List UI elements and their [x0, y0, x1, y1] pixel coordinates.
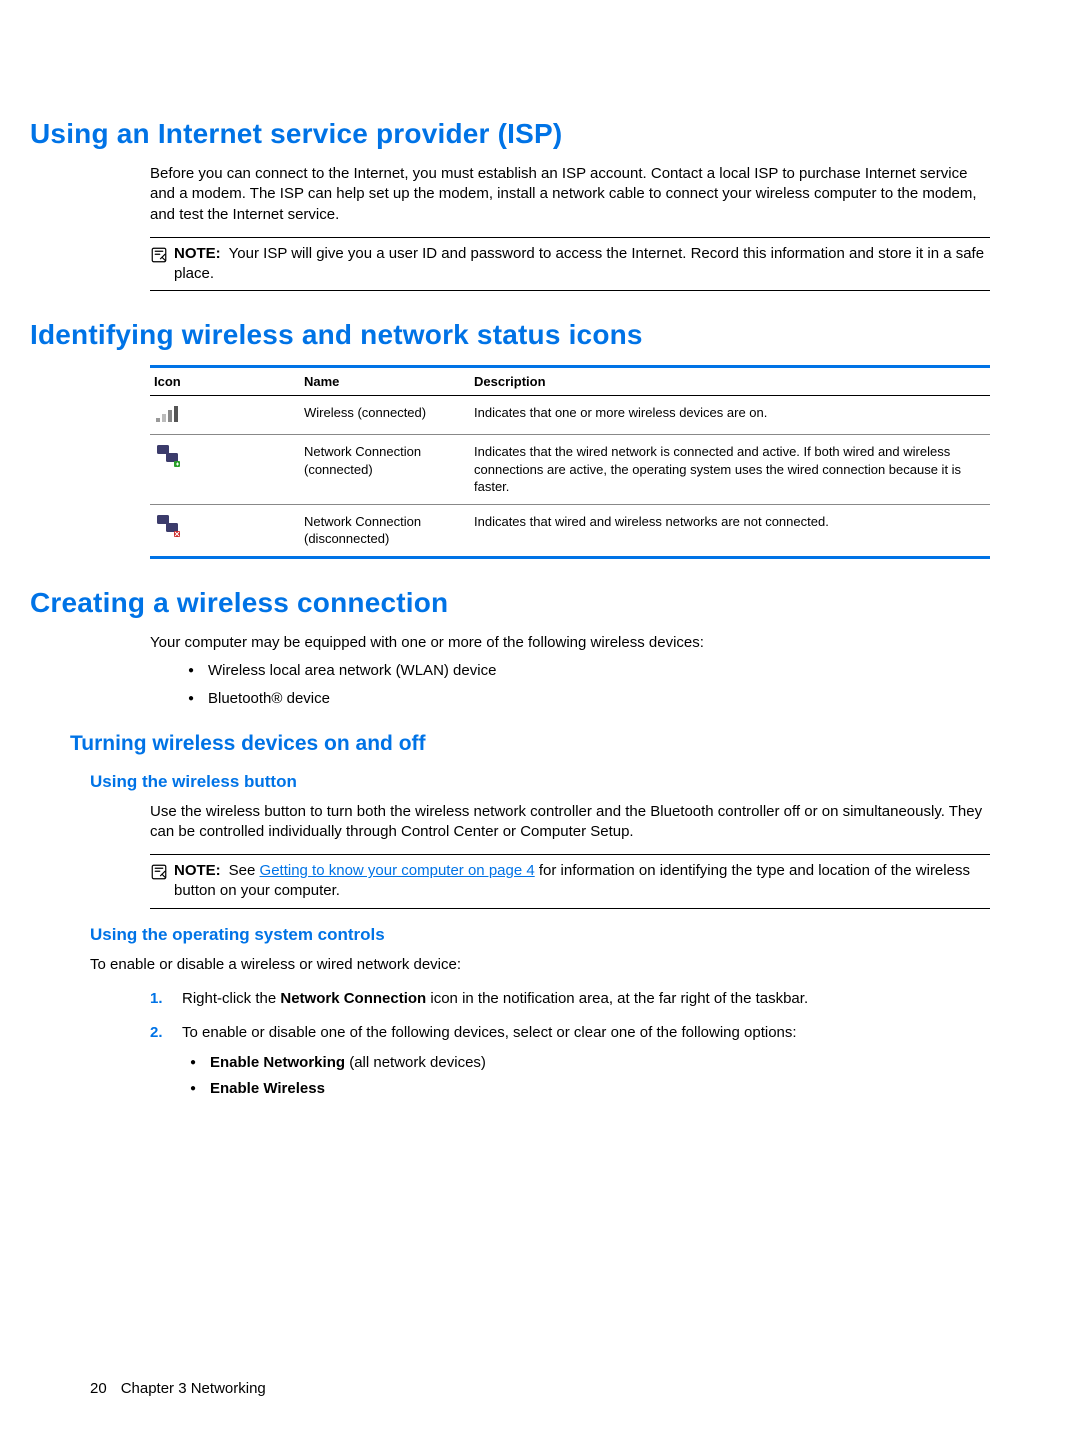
table-header-icon: Icon — [150, 367, 300, 396]
table-row: Wireless (connected) Indicates that one … — [150, 396, 990, 435]
steps-list: Right-click the Network Connection icon … — [150, 989, 990, 1099]
note-icon — [150, 246, 168, 269]
paragraph: To enable or disable a wireless or wired… — [90, 955, 990, 975]
note-text: NOTE:See Getting to know your computer o… — [174, 861, 990, 902]
network-disconnected-icon — [150, 504, 300, 557]
paragraph: Your computer may be equipped with one o… — [150, 633, 990, 653]
table-cell-desc: Indicates that one or more wireless devi… — [470, 396, 990, 435]
note-block: NOTE:See Getting to know your computer o… — [150, 854, 990, 909]
heading-os-controls: Using the operating system controls — [90, 925, 990, 945]
wireless-icon — [150, 396, 300, 435]
list-item: Enable Wireless — [182, 1079, 990, 1099]
cross-reference-link[interactable]: Getting to know your computer on page 4 — [260, 862, 535, 879]
note-icon — [150, 863, 168, 886]
device-list: Wireless local area network (WLAN) devic… — [180, 661, 990, 710]
document-page: Using an Internet service provider (ISP)… — [0, 0, 1080, 1437]
paragraph: Before you can connect to the Internet, … — [150, 164, 990, 225]
table-row: Network Connection (connected) Indicates… — [150, 435, 990, 505]
chapter-label: Chapter 3 Networking — [121, 1380, 266, 1397]
heading-turning-on-off: Turning wireless devices on and off — [70, 732, 990, 756]
page-number: 20 — [90, 1380, 107, 1397]
option-list: Enable Networking (all network devices) … — [182, 1053, 990, 1099]
heading-status-icons: Identifying wireless and network status … — [30, 319, 990, 351]
status-icons-table: Icon Name Description Wireless (connecte… — [150, 365, 990, 559]
step-item: Right-click the Network Connection icon … — [150, 989, 990, 1009]
table-cell-name: Network Connection (connected) — [300, 435, 470, 505]
list-item: Bluetooth® device — [180, 689, 990, 709]
list-item: Enable Networking (all network devices) — [182, 1053, 990, 1073]
list-item: Wireless local area network (WLAN) devic… — [180, 661, 990, 681]
table-row: Network Connection (disconnected) Indica… — [150, 504, 990, 557]
table-header-description: Description — [470, 367, 990, 396]
page-footer: 20 Chapter 3 Networking — [90, 1380, 266, 1397]
heading-isp: Using an Internet service provider (ISP) — [30, 118, 990, 150]
heading-wireless-button: Using the wireless button — [90, 772, 990, 792]
step-item: To enable or disable one of the followin… — [150, 1023, 990, 1099]
table-cell-desc: Indicates that the wired network is conn… — [470, 435, 990, 505]
heading-creating-wireless: Creating a wireless connection — [30, 587, 990, 619]
table-cell-desc: Indicates that wired and wireless networ… — [470, 504, 990, 557]
network-connected-icon — [150, 435, 300, 505]
note-text: NOTE:Your ISP will give you a user ID an… — [174, 244, 990, 285]
table-header-name: Name — [300, 367, 470, 396]
paragraph: Use the wireless button to turn both the… — [150, 802, 990, 843]
table-cell-name: Wireless (connected) — [300, 396, 470, 435]
note-block: NOTE:Your ISP will give you a user ID an… — [150, 237, 990, 292]
table-cell-name: Network Connection (disconnected) — [300, 504, 470, 557]
